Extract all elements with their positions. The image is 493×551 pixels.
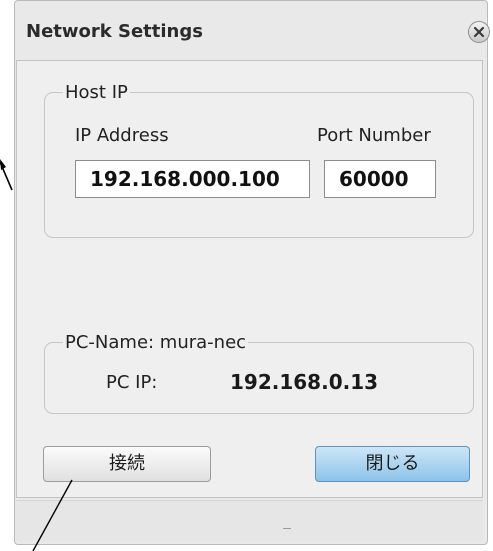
annotation-arrow xyxy=(0,159,13,191)
ip-address-input[interactable]: 192.168.000.100 xyxy=(75,160,310,198)
ip-address-label: IP Address xyxy=(75,125,169,146)
connect-button[interactable]: 接続 xyxy=(43,446,211,482)
status-divider xyxy=(283,528,291,529)
pc-ip-label: PC IP: xyxy=(106,372,158,393)
pc-ip-value: 192.168.0.13 xyxy=(230,370,379,394)
port-number-label: Port Number xyxy=(317,125,431,146)
close-window-button[interactable] xyxy=(468,21,490,43)
pc-name-label: PC-Name: mura-nec xyxy=(65,332,247,353)
close-button[interactable]: 閉じる xyxy=(315,446,470,482)
port-number-input[interactable]: 60000 xyxy=(324,160,436,198)
status-strip xyxy=(16,500,483,541)
titlebar: Network Settings xyxy=(15,1,490,63)
close-icon xyxy=(473,26,485,38)
dialog-title: Network Settings xyxy=(26,21,203,42)
host-ip-group-label: Host IP xyxy=(65,82,128,103)
